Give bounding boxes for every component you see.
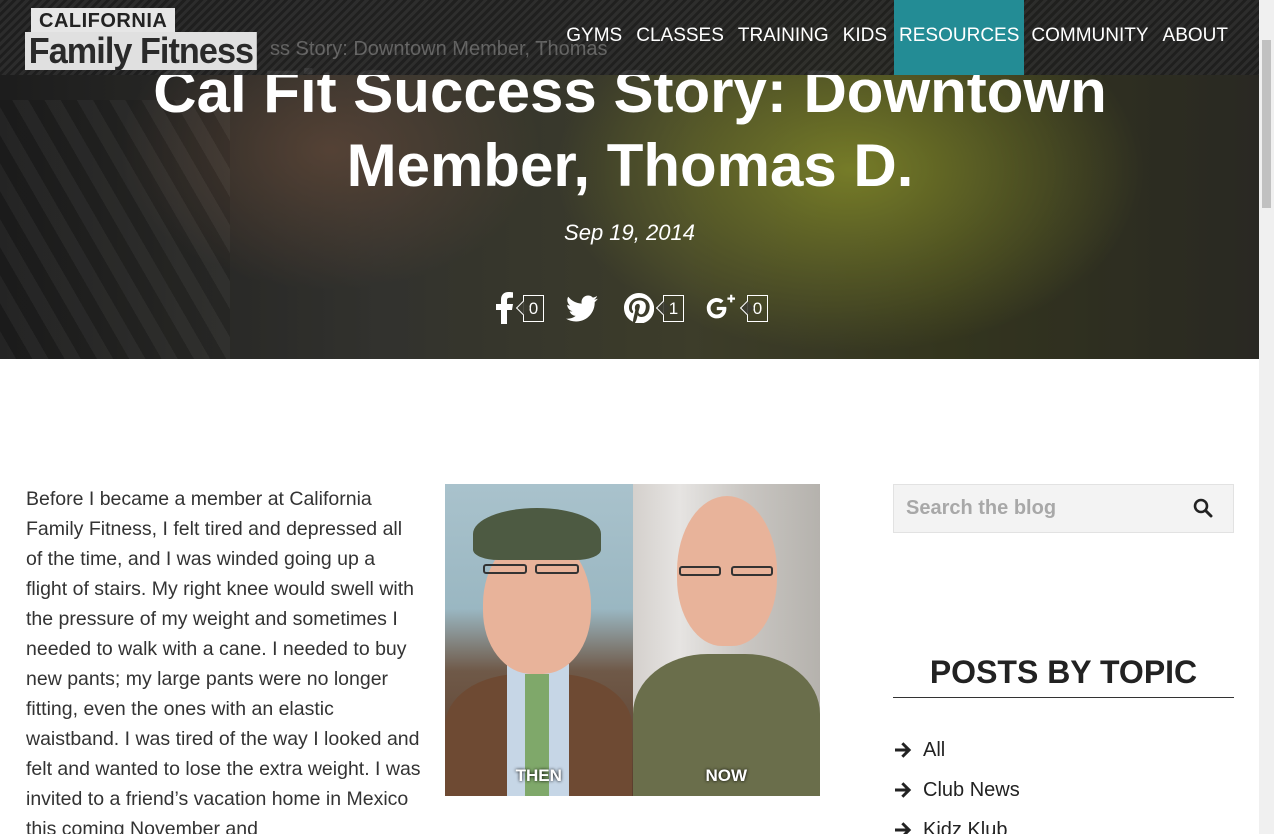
now-glasses-right [730, 566, 773, 576]
topic-item-kidz-klub[interactable]: Kidz Klub [893, 810, 1020, 834]
topic-label: Club News [923, 778, 1020, 801]
posts-by-topic-heading: POSTS BY TOPIC [893, 654, 1234, 698]
then-glasses-left [483, 564, 527, 574]
now-glasses-left [678, 566, 721, 576]
pinterest-icon [624, 293, 654, 323]
facebook-share-button[interactable]: 0 [494, 292, 544, 324]
nav-about[interactable]: ABOUT [1156, 0, 1235, 75]
google-plus-share-button[interactable]: 0 [706, 293, 768, 323]
scrollbar-thumb[interactable] [1262, 40, 1271, 208]
search-button[interactable] [1193, 498, 1215, 520]
now-label: NOW [705, 766, 748, 785]
then-glasses-right [535, 564, 579, 574]
facebook-share-count: 0 [523, 294, 544, 322]
twitter-share-button[interactable] [566, 295, 598, 322]
then-label: THEN [515, 766, 562, 785]
arrow-right-icon [895, 782, 912, 798]
nav-resources[interactable]: RESOURCES [894, 0, 1025, 75]
then-photo: THEN [445, 484, 633, 796]
topic-label: Kidz Klub [923, 818, 1008, 834]
arrow-right-icon [895, 822, 912, 834]
page-title: Cal Fit Success Story: Downtown Member, … [153, 58, 1107, 199]
page-scrollbar[interactable] [1259, 0, 1274, 834]
topic-list: All Club News Kidz Klub [893, 730, 1020, 834]
article-body: Before I became a member at California F… [26, 488, 421, 834]
google-plus-icon [706, 294, 735, 319]
topic-item-club-news[interactable]: Club News [893, 770, 1020, 810]
nav-training[interactable]: TRAINING [731, 0, 836, 75]
breadcrumb-ghost: ss Story: Downtown Member, Thomas [270, 38, 608, 60]
then-now-photo: THEN NOW [445, 484, 820, 796]
google-plus-share-count: 0 [747, 294, 768, 322]
topic-item-all[interactable]: All [893, 730, 1020, 770]
topic-label: All [923, 738, 946, 761]
post-date: Sep 19, 2014 [564, 220, 695, 245]
pinterest-share-button[interactable]: 1 [624, 293, 684, 323]
facebook-icon [496, 292, 513, 324]
now-photo: NOW [632, 484, 820, 796]
main-nav: GYMS CLASSES TRAINING KIDS RESOURCES COM… [559, 0, 1235, 75]
nav-gyms[interactable]: GYMS [559, 0, 629, 75]
arrow-right-icon [895, 742, 912, 758]
twitter-icon [566, 295, 598, 321]
top-navbar: ss Story: Downtown Member, Thomas CALIFO… [0, 0, 1259, 75]
pinterest-share-count: 1 [663, 294, 684, 322]
logo-main-text: Family Fitness [25, 32, 257, 70]
nav-community[interactable]: COMMUNITY [1024, 0, 1155, 75]
then-hat [473, 508, 601, 560]
site-logo[interactable]: CALIFORNIA Family Fitness [25, 6, 277, 72]
search-icon [1193, 498, 1213, 518]
share-bar: 0 1 0 [494, 292, 790, 324]
nav-classes[interactable]: CLASSES [629, 0, 731, 75]
blog-search [893, 484, 1234, 533]
search-input[interactable] [894, 497, 1184, 520]
nav-kids[interactable]: KIDS [836, 0, 894, 75]
